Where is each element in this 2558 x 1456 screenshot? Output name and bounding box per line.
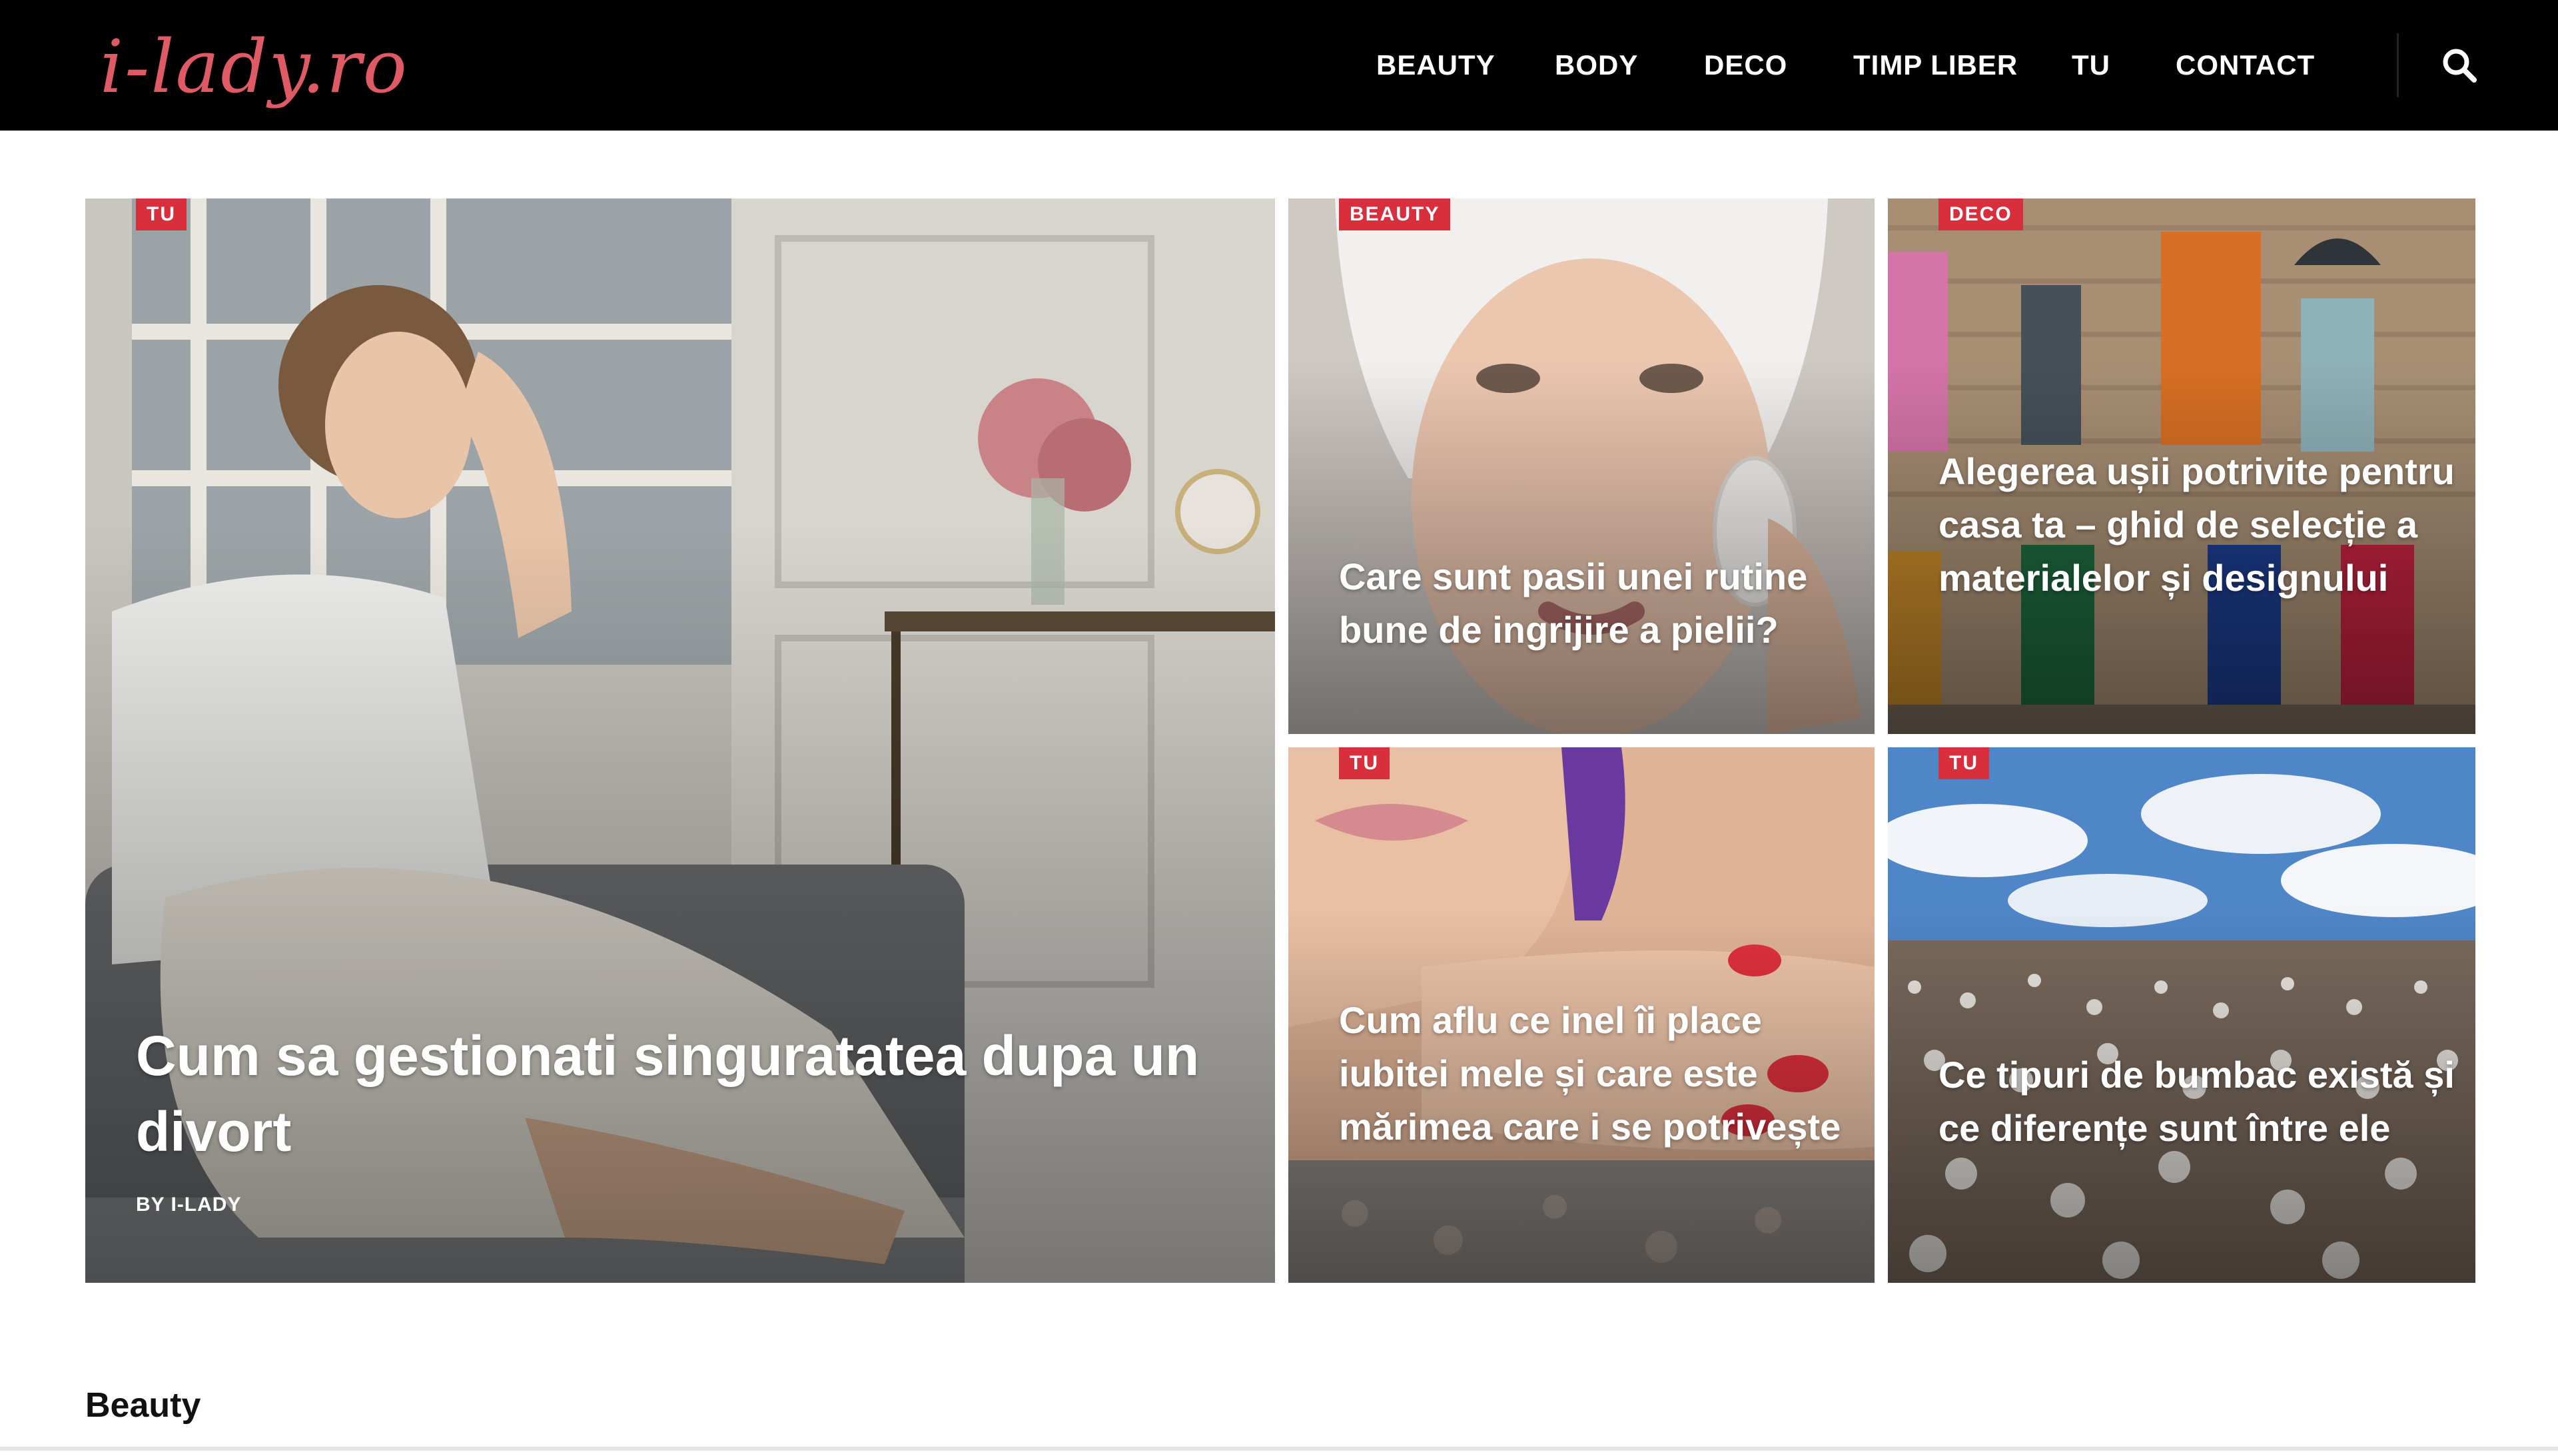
nav-divider (2397, 33, 2399, 97)
byline[interactable]: BY I-LADY (136, 1194, 241, 1216)
featured-card-cotton[interactable]: TU Ce tipuri de bumbac există și ce dife… (1888, 747, 2475, 1283)
category-tag[interactable]: BEAUTY (1339, 198, 1451, 230)
nav-item-timp-liber[interactable]: TIMP LIBER (1853, 48, 2018, 83)
featured-main-title[interactable]: Cum sa gestionati singuratatea dupa un d… (136, 1018, 1202, 1170)
category-tag[interactable]: TU (1938, 747, 1989, 779)
search-button[interactable] (2441, 47, 2478, 84)
featured-card-deco[interactable]: DECO Alegerea ușii potrivite pentru casa… (1888, 198, 2475, 734)
nav-item-beauty[interactable]: BEAUTY (1376, 48, 1495, 83)
section-title-beauty: Beauty (85, 1386, 201, 1425)
category-tag[interactable]: TU (136, 198, 187, 230)
category-tag[interactable]: TU (1339, 747, 1390, 779)
featured-main-card[interactable]: TU Cum sa gestionati singuratatea dupa u… (85, 198, 1275, 1283)
featured-card-cotton-title[interactable]: Ce tipuri de bumbac există și ce diferen… (1938, 1048, 2458, 1155)
featured-card-beauty-title[interactable]: Care sunt pasii unei rutine bune de ingr… (1339, 550, 1859, 657)
divider (0, 1447, 2558, 1451)
featured-card-ring[interactable]: TU Cum aflu ce inel îi place iubitei mel… (1288, 747, 1875, 1283)
nav-item-contact[interactable]: CONTACT (2176, 48, 2315, 83)
nav-item-deco[interactable]: DECO (1704, 48, 1787, 83)
site-logo[interactable]: i-lady.ro (100, 13, 408, 120)
nav-item-body[interactable]: BODY (1555, 48, 1638, 83)
category-tag[interactable]: DECO (1938, 198, 2023, 230)
featured-card-beauty[interactable]: BEAUTY Care sunt pasii unei rutine bune … (1288, 198, 1875, 734)
site-header: i-lady.ro BEAUTY BODY DECO TIMP LIBER TU… (0, 0, 2558, 131)
search-icon (2443, 49, 2477, 83)
featured-card-ring-title[interactable]: Cum aflu ce inel îi place iubitei mele ș… (1339, 994, 1859, 1154)
nav-item-tu[interactable]: TU (2072, 48, 2110, 83)
featured-card-deco-title[interactable]: Alegerea ușii potrivite pentru casa ta –… (1938, 445, 2458, 605)
